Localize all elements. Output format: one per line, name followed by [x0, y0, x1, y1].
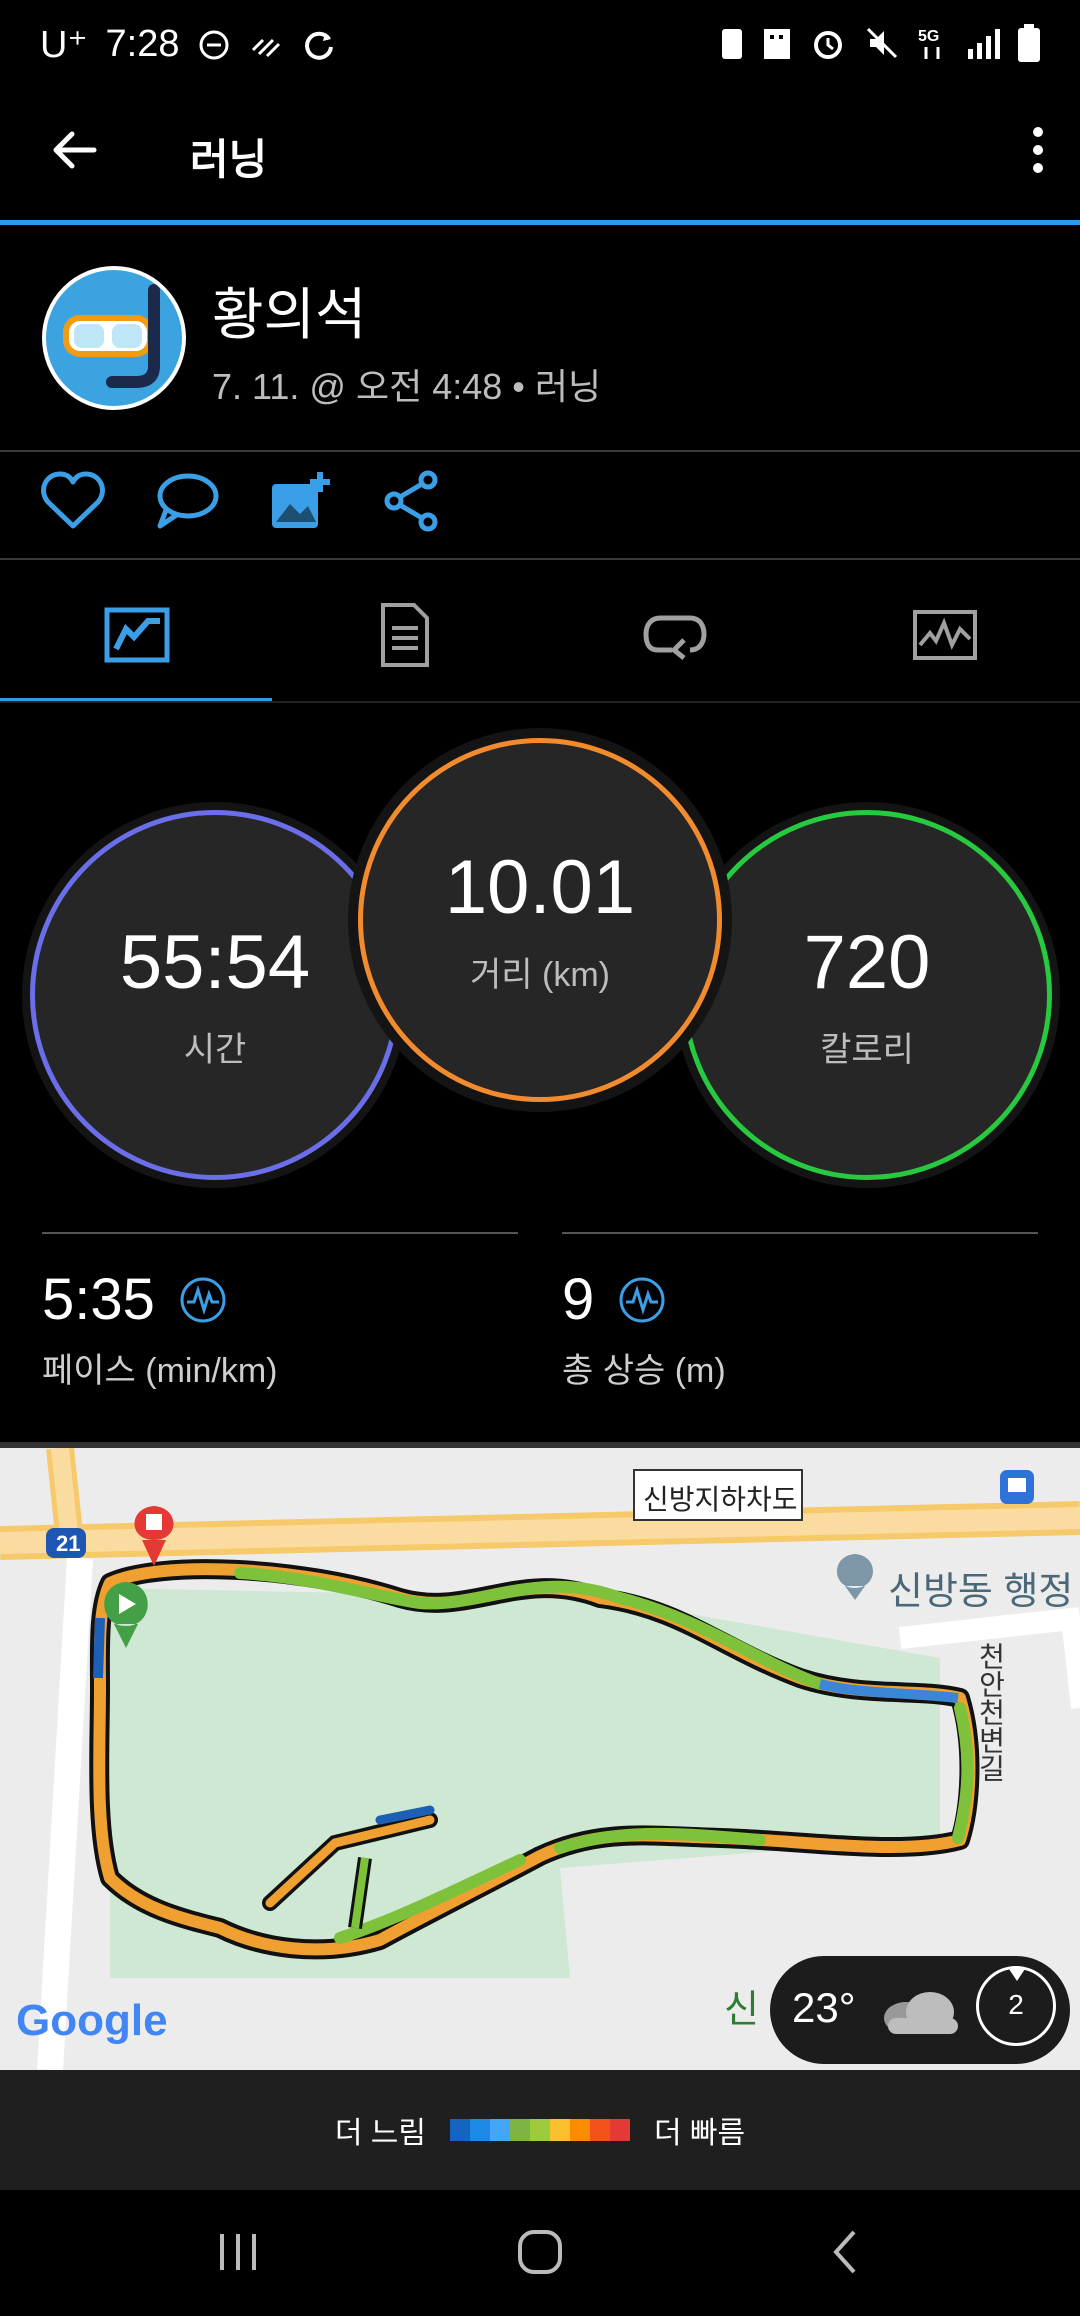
route-map[interactable]: 21 신방지하차도 신방동 행정 천안천변길 신 Google 23° 2: [0, 1448, 1080, 2070]
place-label: 신방동 행정: [888, 1571, 1074, 1613]
divider: [0, 558, 1080, 560]
cloudy-icon: [884, 1992, 958, 2034]
page-title: 러닝: [190, 136, 268, 183]
sync-icon: [305, 31, 334, 60]
legend-faster-label: 더 빠름: [654, 2117, 746, 2150]
divider: [42, 1232, 518, 1234]
battery-saver-icon: [722, 29, 742, 59]
time-value: 55:54: [119, 920, 311, 1005]
legend-slower-label: 더 느림: [334, 2117, 426, 2150]
weather-temp: 23°: [792, 1984, 856, 2031]
dnd-icon: [199, 30, 229, 59]
wifi-calling-icon: [252, 38, 281, 57]
pace-stat[interactable]: 5:35 페이스 (min/km): [42, 1266, 277, 1392]
distance-circle: 10.01 거리 (km): [358, 738, 722, 1102]
wind-speed: 2: [1008, 1989, 1024, 2020]
pace-value: 5:35: [42, 1267, 155, 1332]
tab-overview[interactable]: [2, 595, 272, 675]
legend-color-bar: [450, 2119, 630, 2141]
pulse-info-icon[interactable]: [618, 1276, 666, 1324]
time-label: 시간: [183, 1031, 247, 1069]
distance-value: 10.01: [444, 845, 636, 930]
street-label: 천안천변길: [975, 1642, 1006, 1782]
user-name[interactable]: 황의석: [212, 270, 367, 351]
pace-label: 페이스 (min/km): [42, 1352, 278, 1390]
avatar[interactable]: [42, 266, 186, 410]
carrier-label: U⁺: [40, 24, 88, 66]
snorkel-mask-icon: [63, 284, 160, 388]
graph-icon: [913, 610, 977, 660]
share-icon[interactable]: [382, 470, 442, 532]
like-heart-icon[interactable]: [40, 470, 106, 532]
back-nav-icon[interactable]: [822, 2228, 870, 2276]
add-photo-icon[interactable]: [268, 470, 334, 532]
divider: [0, 450, 1080, 452]
tab-graphs[interactable]: [810, 595, 1080, 675]
wind-direction-icon: [1009, 1969, 1025, 1981]
weather-pill[interactable]: 23° 2: [770, 1956, 1070, 2064]
ascent-stat[interactable]: 9 총 상승 (m): [562, 1266, 726, 1392]
more-options-icon[interactable]: [1026, 124, 1050, 176]
pulse-info-icon[interactable]: [179, 1276, 227, 1324]
battery-icon: [1018, 24, 1040, 62]
ascent-value: 9: [562, 1267, 595, 1332]
mute-icon: [866, 27, 898, 59]
comment-icon[interactable]: [154, 470, 220, 532]
tab-laps[interactable]: [540, 595, 810, 675]
recent-apps-icon[interactable]: [216, 2230, 260, 2274]
tab-details[interactable]: [270, 595, 540, 675]
document-icon: [381, 603, 429, 667]
laps-icon: [643, 615, 707, 660]
system-nav-bar: [0, 2190, 1080, 2316]
partial-place-label: 신: [724, 1989, 759, 2031]
overview-chart-icon: [104, 607, 170, 663]
calories-label: 칼로리: [820, 1031, 914, 1069]
header-accent-line: [0, 220, 1080, 225]
calories-value: 720: [803, 920, 931, 1005]
divider: [0, 701, 1080, 703]
divider: [562, 1232, 1038, 1234]
home-icon[interactable]: [516, 2228, 564, 2276]
distance-label: 거리 (km): [470, 956, 610, 994]
road-label: 신방지하차도: [643, 1484, 798, 1515]
google-logo: Google: [16, 1996, 168, 2045]
activity-meta: 7. 11. @ 오전 4:48 • 러닝: [212, 366, 602, 407]
5g-icon: 5G: [918, 28, 940, 59]
clock: 7:28: [105, 23, 180, 65]
signal-icon: [968, 29, 1000, 59]
building-icon: [764, 29, 790, 59]
action-bar: [40, 470, 442, 532]
time-circle: 55:54 시간: [30, 810, 400, 1180]
pace-legend: 더 느림 더 빠름: [0, 2070, 1080, 2190]
app-bar: 러닝: [0, 100, 1080, 224]
svg-text:5G: 5G: [918, 28, 939, 45]
calories-circle: 720 칼로리: [682, 810, 1052, 1180]
alarm-icon: [814, 31, 842, 59]
status-bar: U⁺ 7:28 5G: [0, 0, 1080, 100]
route-number: 21: [56, 1531, 81, 1556]
ascent-label: 총 상승 (m): [562, 1352, 726, 1390]
back-arrow-icon[interactable]: [48, 124, 100, 176]
wind-compass: 2: [976, 1966, 1056, 2046]
